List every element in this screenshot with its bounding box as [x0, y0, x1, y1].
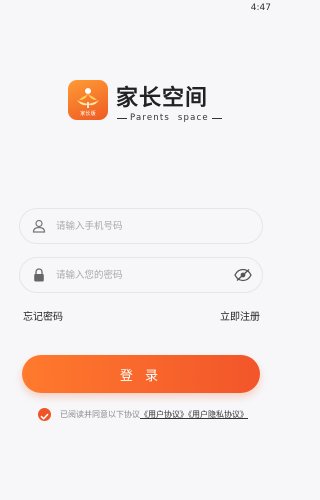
agreement-prefix: 已阅读并同意以下协议: [60, 410, 140, 419]
login-button[interactable]: 登 录: [22, 355, 260, 393]
agreement-row: 已阅读并同意以下协议《用户协议》《用户隐私协议》: [38, 407, 270, 423]
agreement-checkbox[interactable]: [38, 408, 51, 421]
brand-subtitle-row: Parents space: [114, 113, 225, 123]
register-link[interactable]: 立即注册: [220, 308, 260, 323]
eye-off-icon[interactable]: [234, 268, 252, 282]
phone-field[interactable]: [19, 208, 263, 244]
app-logo: 家长版: [68, 80, 108, 120]
forgot-password-link[interactable]: 忘记密码: [23, 308, 63, 323]
phone-input[interactable]: [56, 209, 226, 243]
privacy-agreement-link[interactable]: 《用户隐私协议》: [188, 410, 248, 419]
agreement-text: 已阅读并同意以下协议《用户协议》《用户隐私协议》: [60, 409, 248, 420]
status-bar: 4:47: [0, 0, 281, 18]
brand-header: 家长版 家长空间 Parents space: [68, 80, 222, 130]
check-circle-icon: [40, 413, 49, 420]
app-logo-caption: 家长版: [80, 111, 96, 117]
subtitle-dash-right: [211, 117, 222, 119]
password-input[interactable]: [56, 258, 226, 292]
brand-name: 家长空间: [116, 86, 209, 111]
user-icon: [32, 219, 46, 233]
password-field[interactable]: [19, 257, 263, 293]
lock-icon: [34, 268, 44, 282]
status-time: 4:47: [250, 3, 271, 13]
login-screen: 4:47 家长版 家长空间 Parents space 请输入手机号码 忘记密码…: [0, 0, 281, 500]
brand-subtitle: Parents space: [130, 113, 209, 123]
user-agreement-link[interactable]: 《用户协议》: [140, 410, 188, 419]
subtitle-dash-left: [117, 117, 127, 119]
